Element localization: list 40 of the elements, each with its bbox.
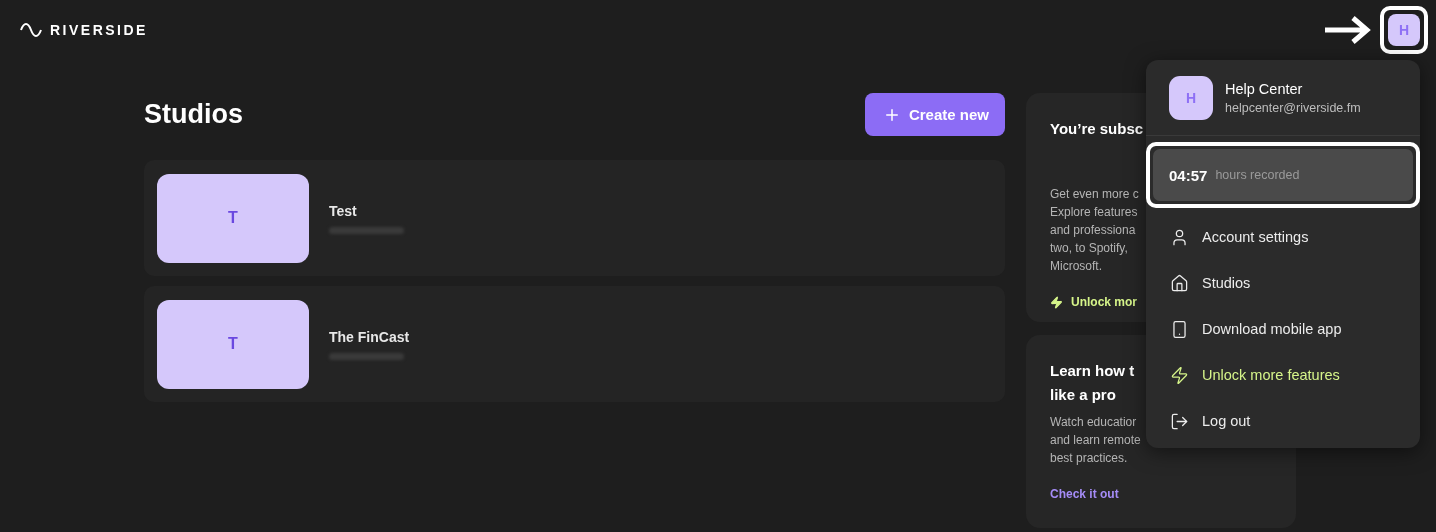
menu-item[interactable]: Log out [1146, 398, 1420, 444]
card-link[interactable]: Check it out [1050, 487, 1119, 501]
card-text: Watch educatior [1050, 414, 1137, 431]
card-text: best practices. [1050, 450, 1128, 467]
page-title: Studios [144, 99, 243, 130]
house-icon [1170, 273, 1189, 293]
user-email: helpcenter@riverside.fm [1225, 101, 1361, 115]
logo-icon [20, 23, 42, 37]
card-text: Explore features [1050, 204, 1138, 221]
card-title: Learn how t [1050, 361, 1135, 381]
studio-row[interactable]: T Test [144, 160, 1005, 276]
studio-name: Test [329, 202, 358, 219]
card-link[interactable]: Unlock mor [1050, 295, 1137, 309]
phone-icon [1170, 319, 1189, 339]
studio-name: The FinCast [329, 328, 410, 345]
lightning-icon [1170, 365, 1189, 385]
menu-item[interactable]: Download mobile app [1146, 306, 1420, 352]
avatar: H [1169, 76, 1213, 120]
menu-item[interactable]: Account settings [1146, 214, 1420, 260]
create-new-button[interactable]: Create new [864, 93, 1005, 136]
card-text: two, to Spotify, [1050, 240, 1128, 257]
hours-label: hours recorded [1215, 168, 1300, 182]
card-text: and professiona [1050, 222, 1136, 239]
card-text: Get even more c [1050, 186, 1139, 203]
lightning-icon [1050, 295, 1063, 309]
hours-value: 04:57 [1169, 166, 1208, 184]
studio-row[interactable]: T The FinCast [144, 286, 1005, 402]
logout-icon [1170, 411, 1189, 431]
card-title: like a pro [1050, 385, 1116, 405]
user-name: Help Center [1225, 81, 1304, 97]
arrow-icon [1323, 15, 1371, 45]
studio-thumbnail: T [157, 299, 309, 389]
person-icon [1170, 227, 1189, 247]
menu-item[interactable]: Studios [1146, 260, 1420, 306]
menu-item[interactable]: Unlock more features [1146, 352, 1420, 398]
card-text: Microsoft. [1050, 258, 1102, 275]
card-text: and learn remote [1050, 432, 1141, 449]
card-title: You’re subsc [1050, 119, 1144, 139]
studio-thumbnail: T [157, 173, 309, 263]
logo-text: RIVERSIDE [50, 22, 148, 38]
